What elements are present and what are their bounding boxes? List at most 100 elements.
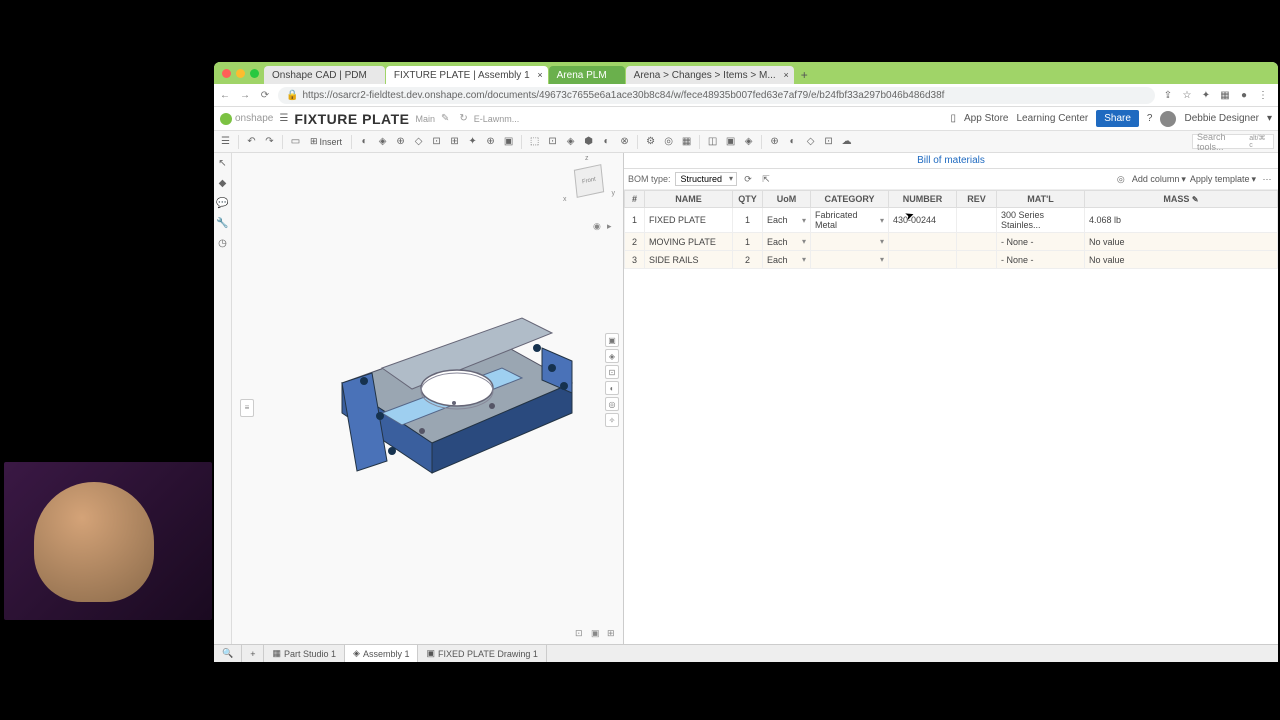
3d-viewport[interactable]: ≡ Front x y z ◉ ▸ ▣ ◈ ⊡ ◐ ◎ ✧ (232, 153, 624, 644)
select-icon[interactable]: ▭ (288, 134, 303, 149)
refresh-icon[interactable]: ↻ (459, 113, 467, 124)
col-name[interactable]: NAME (645, 191, 733, 208)
tool-icon[interactable]: ⊕ (767, 134, 782, 149)
col-partnumber[interactable]: NUMBER (889, 191, 957, 208)
maximize-window-icon[interactable] (250, 69, 259, 78)
avatar-icon[interactable]: ● (1237, 90, 1251, 101)
user-avatar-icon[interactable] (1160, 111, 1176, 127)
menu-icon[interactable]: ⋮ (1256, 90, 1270, 101)
mobile-icon[interactable]: ▯ (951, 113, 957, 124)
col-qty[interactable]: QTY (733, 191, 763, 208)
grid-icon[interactable]: ▦ (1218, 90, 1232, 101)
apply-template-button[interactable]: Apply template ▾ (1190, 174, 1256, 185)
help-icon[interactable]: ? (1147, 113, 1153, 124)
undo-icon[interactable]: ↶ (244, 134, 259, 149)
footer-tab[interactable]: ▣FIXED PLATE Drawing 1 (418, 645, 546, 662)
refresh-icon[interactable]: ⟳ (741, 172, 755, 186)
view-chevron-icon[interactable]: ▸ (607, 221, 619, 233)
user-chevron-icon[interactable]: ▾ (1267, 113, 1272, 124)
tool-icon[interactable]: ◫ (705, 134, 720, 149)
extensions-icon[interactable]: ✦ (1199, 90, 1213, 101)
footer-tab[interactable]: ◈Assembly 1 (345, 645, 418, 662)
search-tools-input[interactable]: Search tools... alt/⌘ c (1192, 134, 1274, 149)
pencil-icon[interactable]: ✎ (441, 113, 449, 124)
insert-button[interactable]: ⊞Insert (306, 136, 346, 147)
tool-icon[interactable]: ◎ (661, 134, 676, 149)
star-icon[interactable]: ☆ (1180, 90, 1194, 101)
branch-label[interactable]: Main (415, 114, 435, 124)
browser-tab[interactable]: Onshape CAD | PDM (264, 66, 385, 84)
tool-icon[interactable]: ◐ (785, 134, 800, 149)
tool-icon[interactable]: ⊞ (447, 134, 462, 149)
more-icon[interactable]: ⋯ (1260, 172, 1274, 186)
minimize-window-icon[interactable] (236, 69, 245, 78)
tool-icon[interactable]: ◈ (375, 134, 390, 149)
export-icon[interactable]: ⇱ (759, 172, 773, 186)
close-tab-icon[interactable]: × (537, 70, 542, 80)
tool-icon[interactable]: ▣ (723, 134, 738, 149)
col-number[interactable]: # (625, 191, 645, 208)
browser-tab[interactable]: Arena > Changes > Items > M...× (626, 66, 794, 84)
tool-icon[interactable]: ⚙ (643, 134, 658, 149)
tool-icon[interactable]: ⊕ (393, 134, 408, 149)
tool-icon[interactable]: ⊡ (545, 134, 560, 149)
appstore-link[interactable]: App Store (964, 113, 1008, 124)
3d-model[interactable] (292, 273, 612, 513)
tool-icon[interactable]: ▦ (679, 134, 694, 149)
table-row[interactable]: 2 MOVING PLATE 1 Each▾ ▾ - None - No val… (625, 233, 1278, 251)
new-tab-button[interactable]: + (795, 66, 814, 84)
menu-icon[interactable]: ☰ (218, 134, 233, 149)
share-icon[interactable]: ⇪ (1161, 90, 1175, 101)
cube-face[interactable]: Front (574, 164, 604, 198)
col-uom[interactable]: UoM (763, 191, 811, 208)
tool-icon[interactable]: ☁ (839, 134, 854, 149)
tool-icon[interactable]: ⬢ (581, 134, 596, 149)
col-mass[interactable]: MASS ✎ (1085, 191, 1278, 208)
status-icon[interactable]: ⊡ (575, 628, 587, 640)
document-title[interactable]: FIXTURE PLATE (294, 111, 409, 127)
footer-add[interactable]: + (242, 645, 264, 662)
tool-icon[interactable]: ⊡ (821, 134, 836, 149)
share-button[interactable]: Share (1096, 110, 1139, 127)
linked-doc[interactable]: E-Lawnm... (474, 114, 520, 124)
wrench-icon[interactable]: 🔧 (217, 217, 229, 229)
browser-tab[interactable]: Arena PLM (549, 66, 625, 84)
comment-icon[interactable]: 💬 (217, 197, 229, 209)
reload-icon[interactable]: ⟳ (258, 90, 272, 101)
footer-tab[interactable]: ▦Part Studio 1 (264, 645, 345, 662)
tool-icon[interactable]: ◇ (803, 134, 818, 149)
tool-icon[interactable]: ⊗ (617, 134, 632, 149)
view-tool-icon[interactable]: ◉ (593, 221, 605, 233)
col-rev[interactable]: REV (957, 191, 997, 208)
tool-icon[interactable]: ⊕ (483, 134, 498, 149)
footer-search[interactable]: 🔍 (214, 645, 242, 662)
tool-icon[interactable]: ✦ (465, 134, 480, 149)
status-icon[interactable]: ▣ (591, 628, 603, 640)
user-name[interactable]: Debbie Designer (1184, 113, 1259, 124)
close-window-icon[interactable] (222, 69, 231, 78)
tool-icon[interactable]: ◐ (599, 134, 614, 149)
table-row[interactable]: 1 FIXED PLATE 1 Each▾ Fabricated Metal▾ … (625, 208, 1278, 233)
status-icon[interactable]: ⊞ (607, 628, 619, 640)
tool-icon[interactable]: ⬚ (527, 134, 542, 149)
panel-toggle-icon[interactable]: ≡ (240, 399, 254, 417)
view-cube[interactable]: Front x y z (567, 159, 613, 205)
history-icon[interactable]: ◷ (217, 237, 229, 249)
redo-icon[interactable]: ↷ (262, 134, 277, 149)
plane-icon[interactable]: ◆ (217, 177, 229, 189)
onshape-logo-icon[interactable] (220, 113, 232, 125)
target-icon[interactable]: ◎ (1114, 172, 1128, 186)
cursor-icon[interactable]: ↖ (217, 157, 229, 169)
url-input[interactable]: 🔒 https://osarcr2-fieldtest.dev.onshape.… (278, 87, 1155, 104)
col-material[interactable]: MAT'L (997, 191, 1085, 208)
add-column-button[interactable]: Add column ▾ (1132, 174, 1186, 185)
tool-icon[interactable]: ◈ (563, 134, 578, 149)
hamburger-icon[interactable]: ☰ (279, 113, 288, 124)
close-tab-icon[interactable]: × (783, 70, 788, 80)
learning-link[interactable]: Learning Center (1017, 113, 1089, 124)
tool-icon[interactable]: ◈ (741, 134, 756, 149)
forward-icon[interactable]: → (238, 90, 252, 101)
tool-icon[interactable]: ⊡ (429, 134, 444, 149)
bom-type-select[interactable]: Structured (675, 172, 738, 186)
tool-icon[interactable]: ◇ (411, 134, 426, 149)
